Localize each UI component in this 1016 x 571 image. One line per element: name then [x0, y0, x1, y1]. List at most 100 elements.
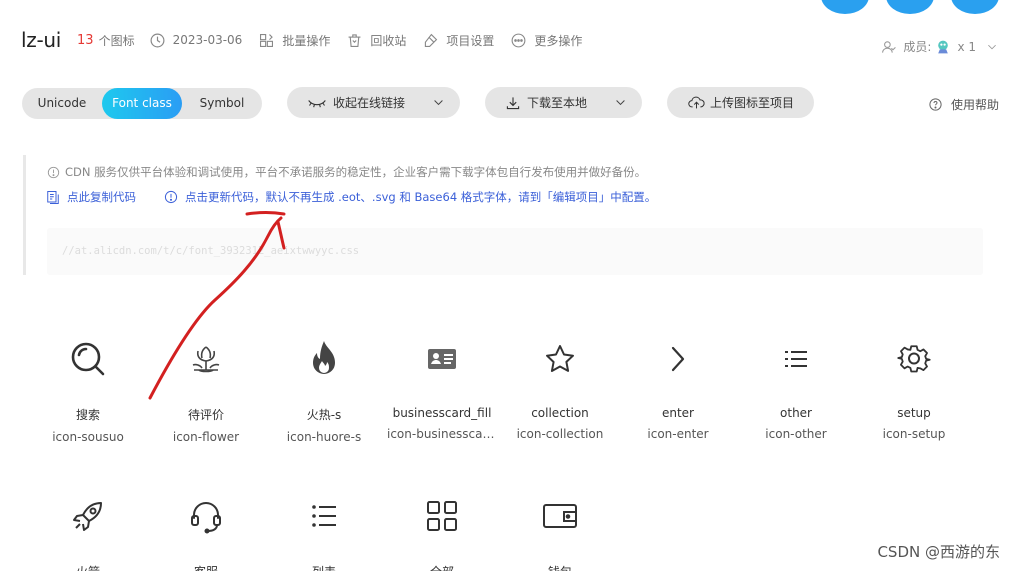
info-circle-icon [164, 190, 178, 204]
info-circle-icon [47, 166, 60, 178]
icon-name: 搜索 [75, 408, 100, 422]
gear-icon [897, 345, 931, 373]
icon-name: enter [661, 406, 694, 420]
project-header: lz-ui 13 个图标 2023-03-06 批量操作 回收站 项目设置 更多… [21, 26, 598, 54]
icon-class: icon-collection [516, 427, 604, 441]
flower-icon [192, 346, 220, 373]
chevron-down-icon [616, 100, 625, 106]
batch-ops-label: 批量操作 [282, 33, 331, 48]
rocket-icon [73, 502, 102, 531]
members-label: 成员: [903, 40, 932, 54]
tab-font-class[interactable]: Font class [102, 88, 182, 119]
upload-icons-button[interactable]: 上传图标至项目 [667, 87, 814, 118]
more-ops-label: 更多操作 [534, 33, 583, 48]
icon-card[interactable]: 待评价 icon-flower [147, 339, 265, 444]
project-title: lz-ui [21, 28, 62, 52]
clock-icon [150, 33, 165, 47]
list-icon [785, 351, 807, 367]
annotation-arrow-icon [148, 211, 286, 400]
project-date: 2023-03-06 [149, 32, 243, 49]
icon-name: setup [897, 406, 931, 420]
icon-class: icon-sousuo [52, 430, 124, 444]
members-dropdown[interactable]: 成员: x 1 [881, 38, 998, 55]
cdn-code-box[interactable]: //at.alicdn.com/t/c/font_3932312_aeixtww… [47, 228, 983, 275]
download-local-button[interactable]: 下载至本地 [485, 87, 642, 118]
more-ops-button[interactable]: 更多操作 [510, 32, 582, 49]
cdn-notice: CDN 服务仅供平台体验和调试使用，平台不承诺服务的稳定性，企业客户需下载字体包… [47, 164, 646, 180]
icon-card[interactable]: 火热-s icon-huore-s [265, 339, 383, 444]
icon-card[interactable]: setup icon-setup [855, 339, 973, 441]
batch-icon [260, 33, 274, 47]
icon-class: icon-flower [172, 430, 240, 444]
batch-ops-button[interactable]: 批量操作 [258, 32, 330, 49]
icon-name: other [780, 406, 812, 420]
cloud-upload-icon [688, 96, 705, 108]
copy-code-label: 点此复制代码 [67, 190, 136, 204]
cdn-panel: CDN 服务仅供平台体验和调试使用，平台不承诺服务的稳定性，企业客户需下载字体包… [23, 155, 983, 275]
cdn-url[interactable]: //at.alicdn.com/t/c/font_3932312_aeixtww… [62, 245, 359, 257]
icon-name: 列表 [265, 563, 383, 571]
watermark: CSDN @西游的东 [877, 543, 1000, 561]
download-icon [506, 96, 520, 109]
icon-name: 全部 [383, 563, 501, 571]
icon-card[interactable]: 全部 [383, 496, 501, 571]
icon-name: 钱包 [501, 563, 619, 571]
top-avatar-circle[interactable] [821, 0, 869, 14]
chevron-down-icon [988, 44, 996, 49]
icon-card[interactable]: 火箭 [29, 496, 147, 571]
icon-class: icon-businesscar... [387, 427, 498, 441]
icon-card[interactable]: 钱包 [501, 496, 619, 571]
icon-name: collection [531, 406, 589, 420]
copy-code-link[interactable]: 点此复制代码 [46, 189, 136, 205]
icon-card[interactable]: 列表 [265, 496, 383, 571]
chevron-right-icon [671, 346, 685, 372]
icon-card[interactable]: collection icon-collection [501, 339, 619, 441]
tab-symbol[interactable]: Symbol [182, 88, 262, 119]
update-code-label: 点击更新代码，默认不再生成 .eot、.svg 和 Base64 格式字体，请到… [185, 190, 657, 204]
help-link[interactable]: 使用帮助 [928, 96, 999, 113]
eraser-icon [425, 33, 438, 47]
icon-card[interactable]: 客服 [147, 496, 265, 571]
question-circle-icon [929, 98, 942, 111]
recycle-bin-button[interactable]: 回收站 [346, 32, 406, 49]
eye-closed-icon [308, 99, 326, 107]
icon-count-label: 个图标 [98, 33, 135, 48]
project-settings-button[interactable]: 项目设置 [422, 32, 494, 49]
trash-icon [348, 33, 361, 47]
top-avatar-circle[interactable] [951, 0, 999, 14]
icon-name: 客服 [147, 563, 265, 571]
icon-name: 待评价 [187, 408, 224, 422]
business-card-icon [428, 349, 456, 369]
icon-card[interactable]: 搜索 icon-sousuo [29, 339, 147, 444]
recycle-bin-label: 回收站 [370, 33, 407, 48]
collapse-online-link-button[interactable]: 收起在线链接 [287, 87, 460, 118]
more-icon [511, 33, 526, 47]
icon-card[interactable]: businesscard_fill icon-businesscar... [383, 339, 501, 441]
icon-name: businesscard_fill [392, 406, 492, 420]
icon-card[interactable]: enter icon-enter [619, 339, 737, 441]
icon-class: icon-other [765, 427, 827, 441]
icon-name: 火热-s [306, 408, 342, 422]
cdn-actions: 点此复制代码 点击更新代码，默认不再生成 .eot、.svg 和 Base64 … [46, 189, 656, 205]
icon-class: icon-enter [647, 427, 709, 441]
update-code-link[interactable]: 点击更新代码，默认不再生成 .eot、.svg 和 Base64 格式字体，请到… [164, 189, 656, 205]
icon-name: 火箭 [29, 563, 147, 571]
headset-icon [191, 502, 221, 534]
project-settings-label: 项目设置 [446, 33, 495, 48]
top-avatar-circle[interactable] [886, 0, 934, 14]
grid-icon [427, 501, 457, 531]
chevron-down-icon [434, 100, 443, 106]
project-date-text: 2023-03-06 [172, 33, 243, 47]
upload-icons-label: 上传图标至项目 [710, 96, 795, 110]
tab-unicode[interactable]: Unicode [22, 88, 102, 119]
user-group-icon [882, 40, 897, 53]
icon-class: icon-huore-s [286, 430, 362, 444]
list-bullets-icon [312, 505, 336, 527]
icon-card[interactable]: other icon-other [737, 339, 855, 441]
copy-doc-icon [47, 190, 59, 204]
cdn-notice-text: CDN 服务仅供平台体验和调试使用，平台不承诺服务的稳定性，企业客户需下载字体包… [65, 165, 647, 179]
star-icon [546, 345, 574, 372]
format-tabs: Unicode Font class Symbol [22, 88, 262, 119]
member-avatar[interactable] [935, 39, 951, 55]
collapse-online-link-label: 收起在线链接 [333, 96, 406, 110]
